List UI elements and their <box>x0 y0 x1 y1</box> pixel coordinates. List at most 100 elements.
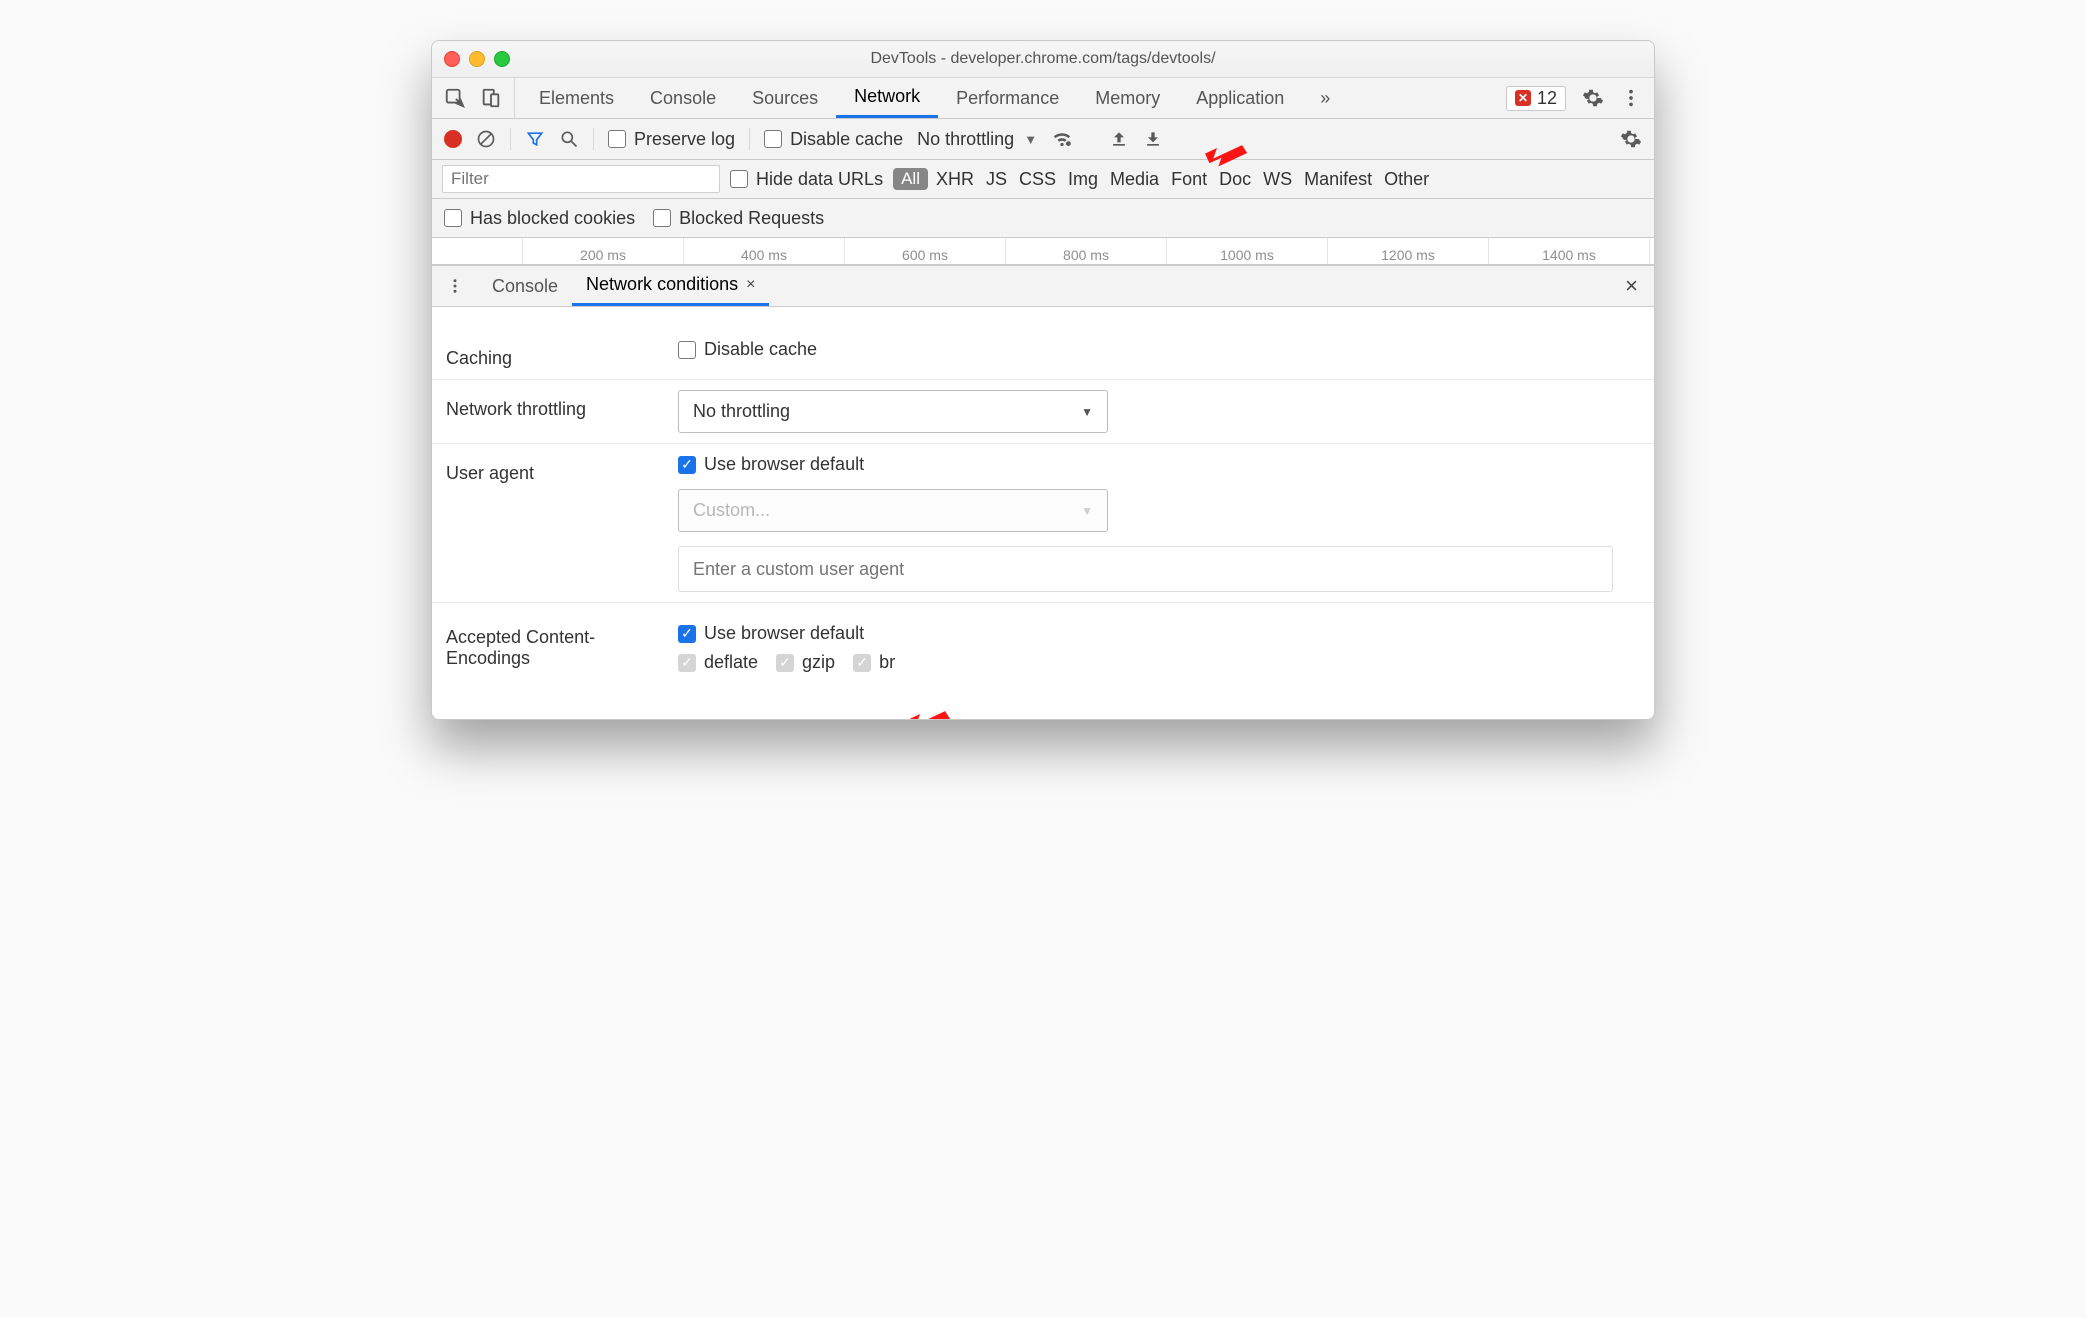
devtools-window: DevTools - developer.chrome.com/tags/dev… <box>431 40 1655 720</box>
tab-sources[interactable]: Sources <box>734 78 836 118</box>
window-title: DevTools - developer.chrome.com/tags/dev… <box>432 50 1654 68</box>
checkbox-checked-icon: ✓ <box>678 456 696 474</box>
ua-custom-placeholder: Custom... <box>693 500 770 521</box>
more-vert-icon[interactable] <box>1620 87 1642 109</box>
network-conditions-icon[interactable] <box>1051 128 1073 150</box>
select-caret-icon: ▼ <box>1081 504 1093 518</box>
settings-gear-icon[interactable] <box>1582 87 1604 109</box>
enc-use-default-checkbox[interactable]: ✓ Use browser default <box>678 623 1640 644</box>
device-toolbar-icon[interactable] <box>480 87 502 109</box>
enc-use-default-text: Use browser default <box>704 623 864 644</box>
filter-type-font[interactable]: Font <box>1171 169 1207 190</box>
blocked-cookies-label: Has blocked cookies <box>470 208 635 229</box>
throttling-select-value: No throttling <box>693 401 790 422</box>
filter-type-all[interactable]: All <box>893 168 928 190</box>
enc-deflate-checkbox: ✓ deflate <box>678 652 758 673</box>
throttling-label: No throttling <box>917 129 1014 150</box>
annotation-arrow-icon <box>907 693 952 720</box>
filter-row-extras: Has blocked cookies Blocked Requests <box>432 199 1654 238</box>
filter-type-img[interactable]: Img <box>1068 169 1098 190</box>
main-panel-tabs: Elements Console Sources Network Perform… <box>515 78 1348 118</box>
encodings-label: Accepted Content-Encodings <box>446 623 668 669</box>
filter-type-manifest[interactable]: Manifest <box>1304 169 1372 190</box>
checkbox-disabled-icon: ✓ <box>678 654 696 672</box>
error-count: 12 <box>1537 88 1557 109</box>
timeline-tick: 1400 ms <box>1489 238 1650 264</box>
tab-performance[interactable]: Performance <box>938 78 1077 118</box>
drawer-close-icon[interactable]: × <box>1609 266 1654 306</box>
network-conditions-panel: Caching Disable cache Network throttling… <box>432 307 1654 719</box>
checkbox-checked-icon: ✓ <box>678 625 696 643</box>
search-icon[interactable] <box>559 129 579 149</box>
filter-type-media[interactable]: Media <box>1110 169 1159 190</box>
ua-use-default-text: Use browser default <box>704 454 864 475</box>
ua-use-default-checkbox[interactable]: ✓ Use browser default <box>678 454 1640 475</box>
preserve-log-checkbox[interactable]: Preserve log <box>608 129 735 150</box>
error-count-badge[interactable]: ✕ 12 <box>1506 86 1566 111</box>
filter-type-ws[interactable]: WS <box>1263 169 1292 190</box>
enc-gzip-checkbox: ✓ gzip <box>776 652 835 673</box>
tab-elements[interactable]: Elements <box>521 78 632 118</box>
enc-br-text: br <box>879 652 895 673</box>
tab-console[interactable]: Console <box>632 78 734 118</box>
filter-type-js[interactable]: JS <box>986 169 1007 190</box>
throttling-dropdown[interactable]: No throttling ▼ <box>917 129 1037 150</box>
timeline-tick: 1600 ms <box>1650 238 1654 264</box>
timeline-tick: 1200 ms <box>1328 238 1489 264</box>
throttling-select[interactable]: No throttling ▼ <box>678 390 1108 433</box>
preserve-log-label: Preserve log <box>634 129 735 150</box>
record-button[interactable] <box>444 130 462 148</box>
disable-cache-label: Disable cache <box>790 129 903 150</box>
enc-deflate-text: deflate <box>704 652 758 673</box>
filter-toggle-icon[interactable] <box>525 129 545 149</box>
checkbox-disabled-icon: ✓ <box>853 654 871 672</box>
disable-cache-checkbox[interactable]: Disable cache <box>764 129 903 150</box>
download-har-icon[interactable] <box>1143 129 1163 149</box>
timeline-tick: 400 ms <box>684 238 845 264</box>
nc-disable-cache-checkbox[interactable]: Disable cache <box>678 339 1640 360</box>
upload-har-icon[interactable] <box>1109 129 1129 149</box>
drawer-tab-console[interactable]: Console <box>478 266 572 306</box>
select-caret-icon: ▼ <box>1081 405 1093 419</box>
timeline-tick: 200 ms <box>523 238 684 264</box>
timeline-tick: 600 ms <box>845 238 1006 264</box>
timeline-tick: 1000 ms <box>1167 238 1328 264</box>
hide-data-urls-label: Hide data URLs <box>756 169 883 190</box>
error-icon: ✕ <box>1515 90 1531 106</box>
caching-label: Caching <box>446 339 668 369</box>
title-bar: DevTools - developer.chrome.com/tags/dev… <box>432 41 1654 78</box>
blocked-requests-label: Blocked Requests <box>679 208 824 229</box>
drawer-tab-network-conditions[interactable]: Network conditions × <box>572 266 769 306</box>
network-timeline[interactable]: 200 ms 400 ms 600 ms 800 ms 1000 ms 1200… <box>432 238 1654 265</box>
drawer-tabrow: Console Network conditions × × <box>432 265 1654 307</box>
has-blocked-cookies-checkbox[interactable]: Has blocked cookies <box>444 208 635 229</box>
ua-custom-input <box>678 546 1613 592</box>
nc-disable-cache-text: Disable cache <box>704 339 817 360</box>
throttling-section-label: Network throttling <box>446 390 668 420</box>
inspect-element-icon[interactable] <box>444 87 466 109</box>
network-toolbar: Preserve log Disable cache No throttling… <box>432 119 1654 160</box>
tab-memory[interactable]: Memory <box>1077 78 1178 118</box>
filter-row: Hide data URLs All XHR JS CSS Img Media … <box>432 160 1654 199</box>
filter-type-css[interactable]: CSS <box>1019 169 1056 190</box>
drawer-tab-close-icon[interactable]: × <box>746 276 755 294</box>
ua-custom-select: Custom... ▼ <box>678 489 1108 532</box>
filter-type-other[interactable]: Other <box>1384 169 1429 190</box>
filter-input[interactable] <box>442 165 720 193</box>
filter-type-xhr[interactable]: XHR <box>936 169 974 190</box>
clear-icon[interactable] <box>476 129 496 149</box>
drawer-tab-label: Network conditions <box>586 274 738 295</box>
annotation-arrow-icon <box>1204 127 1249 172</box>
tab-network[interactable]: Network <box>836 78 938 118</box>
checkbox-disabled-icon: ✓ <box>776 654 794 672</box>
blocked-requests-checkbox[interactable]: Blocked Requests <box>653 208 824 229</box>
network-settings-gear-icon[interactable] <box>1620 128 1642 150</box>
hide-data-urls-checkbox[interactable]: Hide data URLs <box>730 169 883 190</box>
tabs-overflow[interactable]: » <box>1302 78 1348 118</box>
timeline-tick: 800 ms <box>1006 238 1167 264</box>
drawer-more-icon[interactable] <box>432 266 478 306</box>
enc-gzip-text: gzip <box>802 652 835 673</box>
tab-application[interactable]: Application <box>1178 78 1302 118</box>
enc-br-checkbox: ✓ br <box>853 652 895 673</box>
user-agent-label: User agent <box>446 454 668 484</box>
